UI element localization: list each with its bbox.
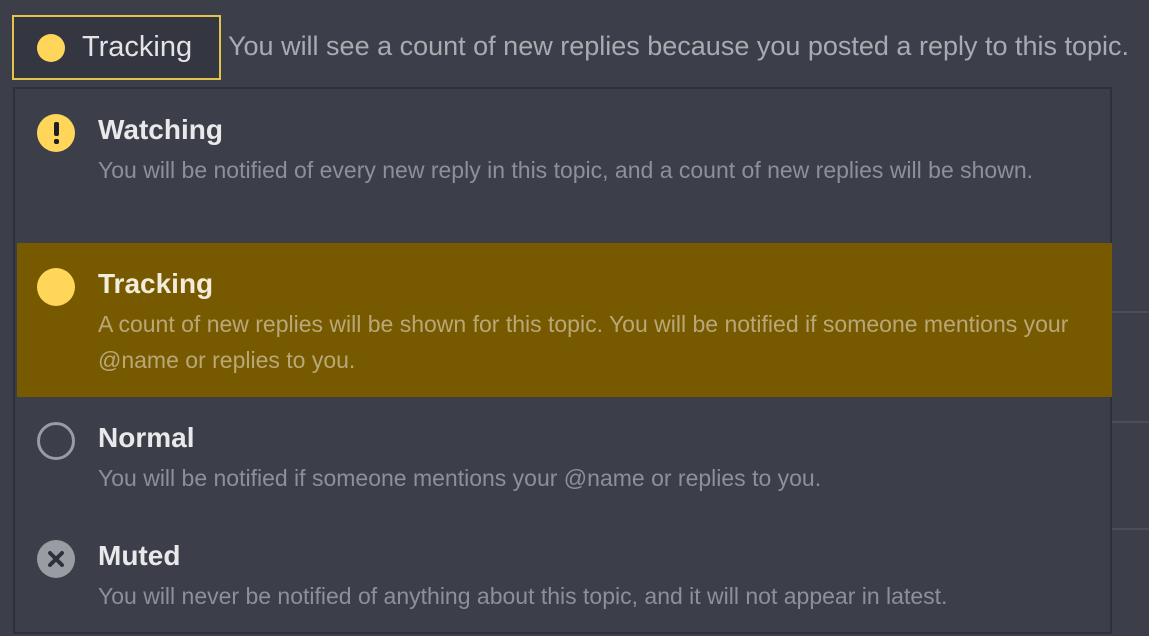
- menu-item-title: Normal: [98, 422, 195, 453]
- menu-item-tracking[interactable]: Tracking A count of new replies will be …: [17, 243, 1112, 397]
- notification-level-toggle-button[interactable]: Tracking: [12, 15, 221, 80]
- circle-outline-icon: [37, 422, 75, 460]
- topic-notifications-page: Tracking You will see a count of new rep…: [0, 0, 1149, 636]
- circle-filled-icon: [37, 33, 65, 62]
- menu-item-description: You will be notified if someone mentions…: [98, 465, 822, 491]
- menu-item-description: You will be notified of every new reply …: [98, 157, 1034, 183]
- menu-item-normal[interactable]: Normal You will be notified if someone m…: [17, 397, 1112, 515]
- menu-item-title: Tracking: [98, 268, 214, 299]
- notification-level-dropdown: Watching You will be notified of every n…: [13, 87, 1112, 634]
- menu-item-description: You will never be notified of anything a…: [98, 583, 948, 609]
- circle-filled-icon: [37, 268, 75, 306]
- menu-item-description: A count of new replies will be shown for…: [98, 311, 1069, 373]
- background-divider: [1111, 311, 1149, 313]
- menu-item-title: Watching: [98, 114, 223, 145]
- notification-reason-text: You will see a count of new replies beca…: [228, 31, 1130, 61]
- times-circle-icon: [37, 540, 75, 578]
- exclamation-circle-icon: [37, 114, 75, 152]
- background-divider: [1111, 421, 1149, 423]
- menu-item-watching[interactable]: Watching You will be notified of every n…: [17, 89, 1112, 243]
- times-glyph: [48, 551, 64, 567]
- menu-item-title: Muted: [98, 540, 181, 571]
- background-divider: [1111, 528, 1149, 530]
- menu-item-muted[interactable]: Muted You will never be notified of anyt…: [17, 515, 1112, 632]
- notification-level-label: Tracking: [82, 31, 193, 63]
